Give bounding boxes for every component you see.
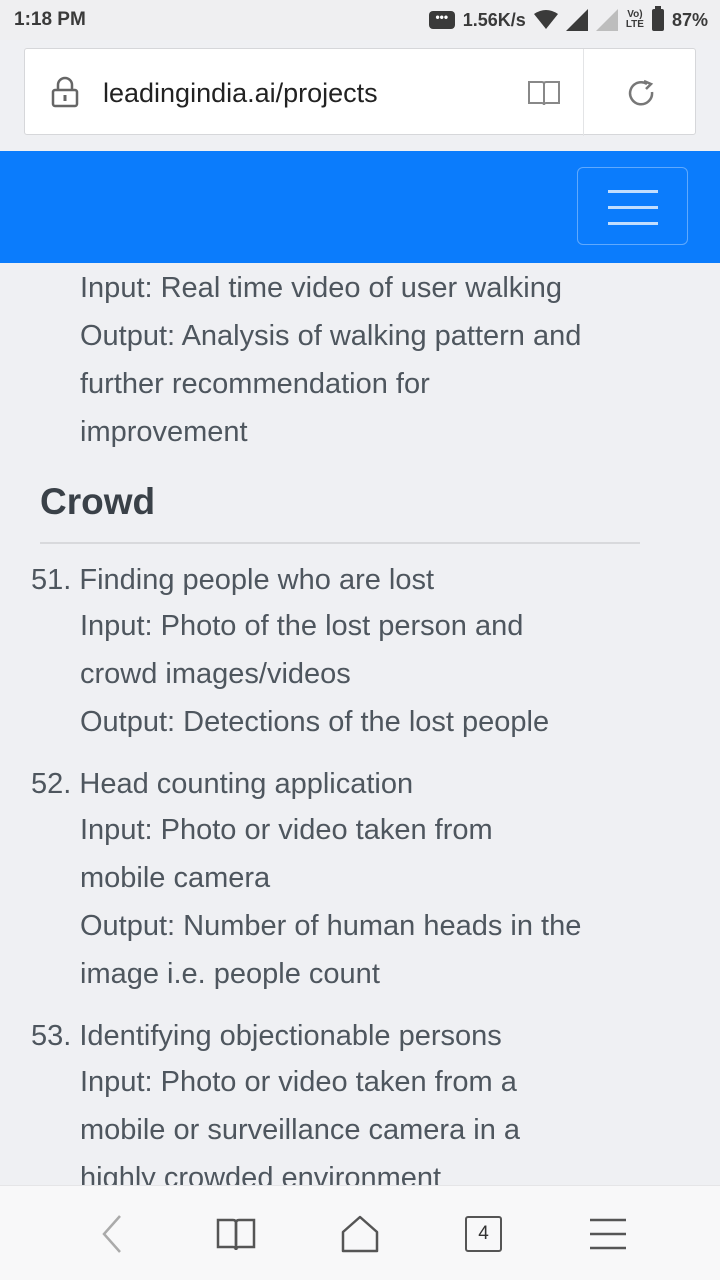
wifi-icon (533, 10, 558, 29)
address-bar[interactable]: leadingindia.ai/projects (24, 48, 696, 136)
section-divider (40, 542, 640, 544)
list-item-title: 52. Head counting application (31, 768, 414, 800)
list-item-line: mobile camera (80, 862, 271, 894)
lte-icon: Vo) LTE (625, 9, 644, 30)
bookmarks-icon[interactable] (216, 1214, 256, 1254)
lock-icon (51, 76, 79, 108)
list-item-line: Input: Photo or video taken from (80, 814, 493, 846)
reader-mode-icon[interactable] (527, 79, 561, 107)
address-bar-divider (583, 49, 584, 136)
list-item-line: highly crowded environment (80, 1162, 442, 1185)
list-item-title: 51. Finding people who are lost (31, 564, 435, 596)
back-icon[interactable] (94, 1214, 134, 1254)
tabs-button[interactable]: 4 (465, 1216, 502, 1252)
site-navbar (0, 151, 720, 263)
menu-icon[interactable] (588, 1214, 628, 1254)
menu-toggle-button[interactable] (577, 167, 688, 245)
hamburger-icon (608, 206, 658, 209)
hamburger-icon (608, 222, 658, 225)
status-bar: 1:18 PM ••• 1.56K/s Vo) LTE 87% (0, 0, 720, 40)
list-item-line: Input: Photo of the lost person and (80, 610, 524, 642)
list-item-title: 53. Identifying objectionable persons (31, 1020, 502, 1052)
home-icon[interactable] (340, 1214, 380, 1254)
status-indicators: ••• 1.56K/s Vo) LTE 87% (428, 6, 708, 32)
hamburger-icon (608, 190, 658, 193)
battery-level: 87% (671, 9, 708, 30)
list-item-line: mobile or surveillance camera in a (80, 1114, 521, 1146)
prev-item-output-cont: improvement (80, 416, 248, 448)
reload-icon[interactable] (627, 79, 657, 109)
list-item-line: Output: Detections of the lost people (80, 706, 550, 738)
notification-icon: ••• (428, 11, 455, 29)
list-item-line: image i.e. people count (80, 958, 380, 990)
page-content: Input: Real time video of user walking O… (0, 263, 720, 1185)
section-heading: Crowd (40, 481, 156, 522)
signal-icon (565, 9, 588, 31)
list-item-line: Input: Photo or video taken from a (80, 1066, 517, 1098)
network-speed: 1.56K/s (462, 9, 526, 30)
prev-item-output: Output: Analysis of walking pattern and (80, 320, 582, 352)
battery-icon (651, 6, 664, 31)
browser-bottom-bar: 4 (0, 1185, 720, 1280)
url-text[interactable]: leadingindia.ai/projects (103, 78, 378, 109)
signal-secondary-icon (595, 9, 618, 31)
status-time: 1:18 PM (14, 9, 86, 30)
prev-item-input: Input: Real time video of user walking (80, 272, 562, 304)
list-item-line: Output: Number of human heads in the (80, 910, 582, 942)
list-item-line: crowd images/videos (80, 658, 351, 690)
prev-item-output-cont: further recommendation for (80, 368, 430, 400)
